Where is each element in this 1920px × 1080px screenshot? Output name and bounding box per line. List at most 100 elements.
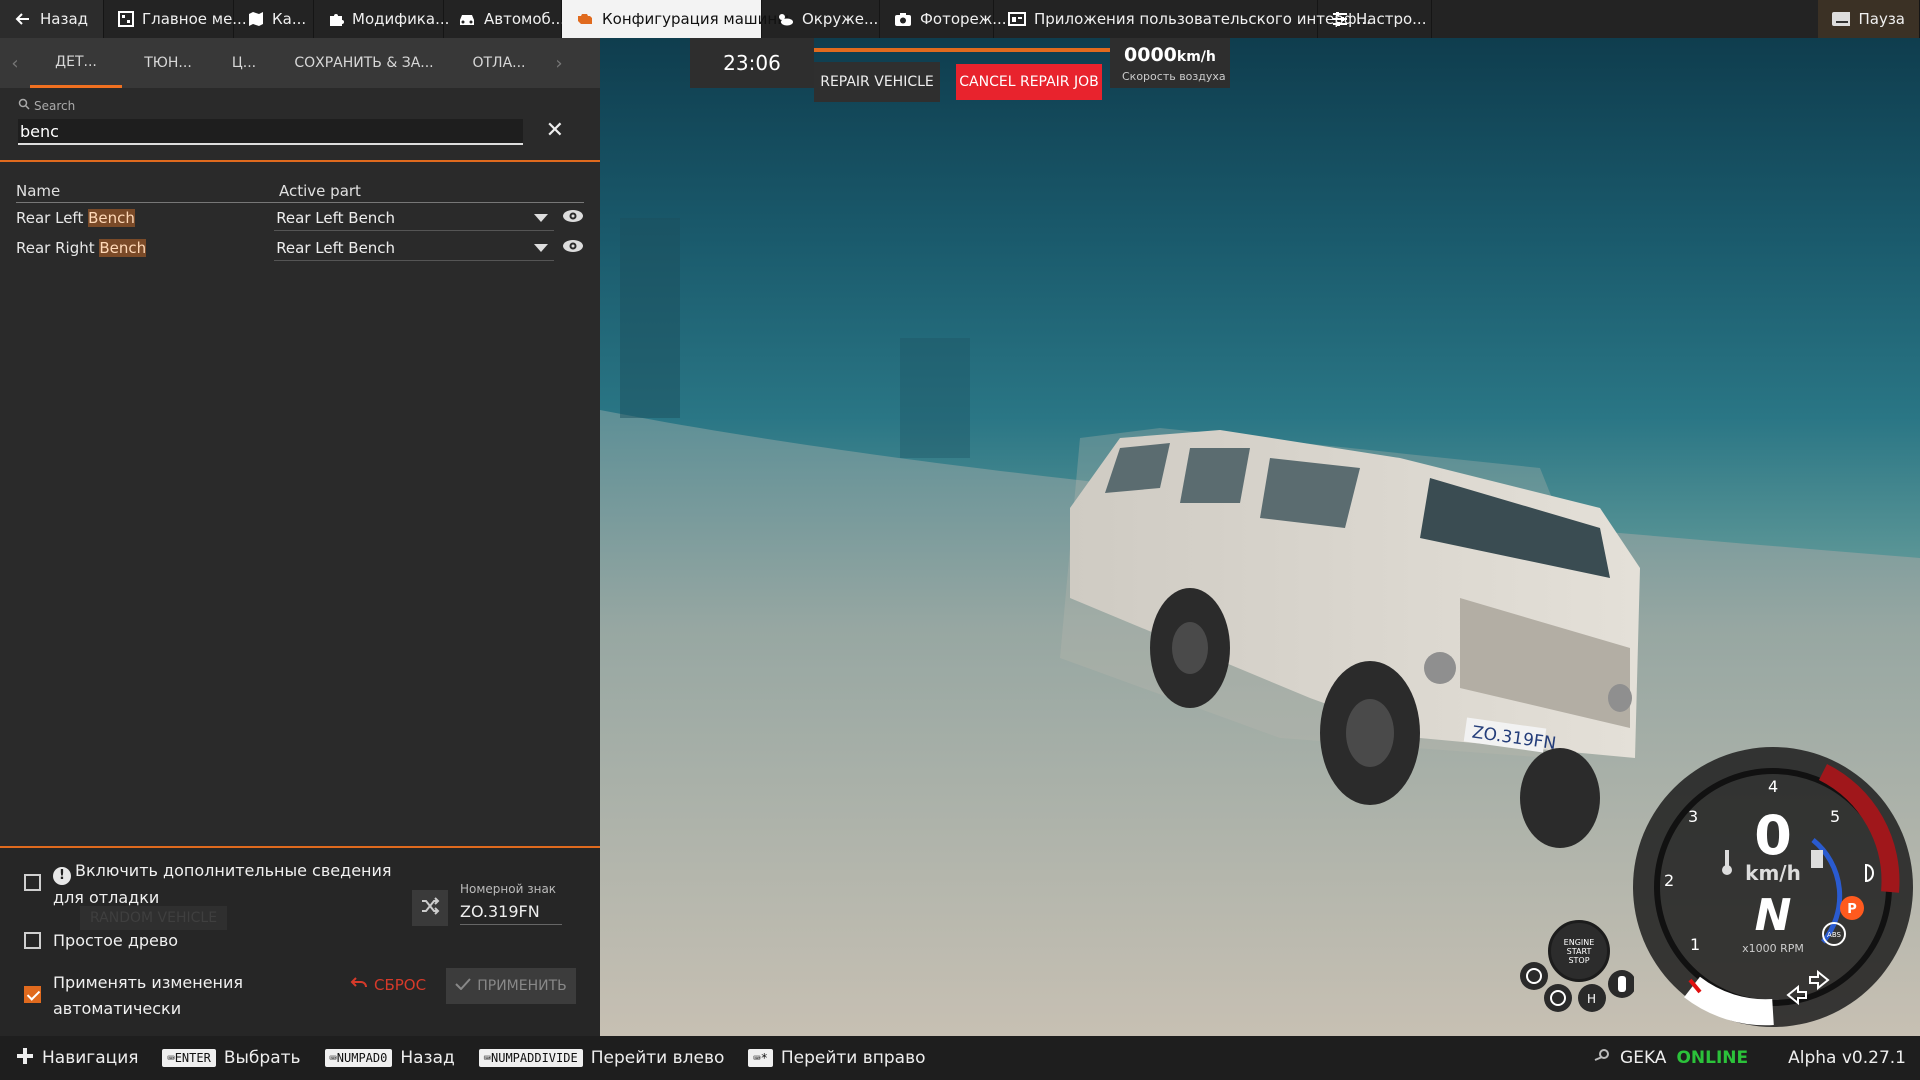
tab-mods[interactable]: Модифика... <box>314 0 449 38</box>
pause-button[interactable]: Пауза <box>1818 0 1920 38</box>
plate-label: Номерной знак <box>460 882 557 896</box>
key-badge: ⌨ENTER <box>162 1049 216 1067</box>
air-speed-number: 0000 <box>1124 44 1177 66</box>
warning-icon: ! <box>53 867 71 885</box>
table-row[interactable]: Rear Left Bench Rear Left Bench <box>16 203 584 233</box>
camera-icon <box>894 10 912 28</box>
active-part-value: Rear Left Bench <box>276 208 396 227</box>
tab-label: Главное ме... <box>142 10 247 28</box>
online-status: ONLINE <box>1676 1048 1749 1068</box>
subtab-save-load[interactable]: СОХРАНИТЬ & ЗА... <box>274 38 454 88</box>
debug-line2: для отладки <box>53 888 160 907</box>
simple-tree-option[interactable]: Простое древо <box>24 928 178 954</box>
chevron-right-icon[interactable]: › <box>544 53 574 74</box>
repair-progress-bar <box>814 48 1114 52</box>
user-status: GEKA ONLINE Alpha v0.27.1 <box>1594 1048 1920 1069</box>
subtab-parts[interactable]: ДЕТ... <box>30 38 122 88</box>
hint-select[interactable]: ⌨ENTER Выбрать <box>162 1048 301 1068</box>
reset-button[interactable]: СБРОС <box>350 976 426 994</box>
subtab-color[interactable]: Ц... <box>214 38 274 88</box>
chevron-left-icon[interactable]: ‹ <box>0 53 30 74</box>
subtab-label: ОТЛА... <box>472 55 526 71</box>
tab-ui-apps[interactable]: Приложения пользовательского интерф... <box>994 0 1371 38</box>
tab-environment[interactable]: Окруже... <box>762 0 880 38</box>
navigation-hint[interactable]: Навигация <box>16 1047 138 1070</box>
rpm-tick-3: 3 <box>1688 807 1698 826</box>
subtab-label: ДЕТ... <box>55 53 97 70</box>
part-name-highlight: Bench <box>99 239 147 257</box>
part-name: Rear Right Bench <box>16 239 274 257</box>
version-label: Alpha v0.27.1 <box>1788 1048 1906 1068</box>
hint-back[interactable]: ⌨NUMPAD0 Назад <box>324 1048 455 1068</box>
auto-apply-option[interactable]: Применять изменения автоматически <box>24 970 243 1022</box>
tab-photo-mode[interactable]: Фотореж... <box>880 0 1007 38</box>
keyboard-icon: ⌨ <box>753 1051 761 1065</box>
close-icon[interactable]: ✕ <box>546 118 564 143</box>
keyboard-icon: ⌨ <box>483 1051 491 1065</box>
simple-tree-checkbox[interactable] <box>24 932 41 949</box>
keyboard-icon: ⌨ <box>167 1051 175 1065</box>
keyboard-icon: ⌨ <box>329 1051 337 1065</box>
svg-text:P: P <box>1847 902 1857 917</box>
tab-map[interactable]: Ка... <box>234 0 314 38</box>
cancel-repair-button[interactable]: CANCEL REPAIR JOB <box>956 64 1102 100</box>
table-header: Name Active part <box>16 182 584 203</box>
air-speed-widget: 0000km/h Скорость воздуха <box>1110 38 1230 88</box>
tab-settings[interactable]: Настро... <box>1318 0 1432 38</box>
tab-label: Ка... <box>272 10 307 28</box>
active-part-select[interactable]: Rear Left Bench <box>274 235 554 261</box>
hint-label: Выбрать <box>223 1048 301 1068</box>
hint-left[interactable]: ⌨NUMPADDIVIDE Перейти влево <box>478 1048 724 1068</box>
tab-vehicle-config[interactable]: Конфигурация машины <box>562 0 789 38</box>
air-speed-value: 0000km/h <box>1124 44 1216 66</box>
auto-apply-checkbox[interactable] <box>24 986 41 1003</box>
hint-right[interactable]: ⌨* Перейти вправо <box>748 1048 926 1068</box>
rpm-label: x1000 RPM <box>1742 942 1804 955</box>
search-input[interactable] <box>18 119 523 145</box>
apply-button[interactable]: ПРИМЕНИТЬ <box>446 968 576 1004</box>
part-name-prefix: Rear Left <box>16 209 89 227</box>
simple-tree-label: Простое древо <box>53 931 179 950</box>
randomize-plate-button[interactable] <box>412 890 448 926</box>
debug-option-label: ! Включить дополнительные сведения для от… <box>53 858 392 911</box>
back-button[interactable]: Назад <box>0 0 104 38</box>
rpm-tick-1: 1 <box>1690 935 1700 954</box>
search-label: Search <box>18 98 582 113</box>
config-options: RANDOM VEHICLE ! Включить дополнительные … <box>0 846 600 1036</box>
undo-icon <box>350 976 368 994</box>
part-name-prefix: Rear Right <box>16 239 100 257</box>
key-name: * <box>760 1051 768 1065</box>
eye-icon[interactable] <box>562 209 584 227</box>
subtab-debug[interactable]: ОТЛА... <box>454 38 544 88</box>
subtab-label: Ц... <box>231 55 257 71</box>
header-active-part: Active part <box>279 182 361 200</box>
active-part-select[interactable]: Rear Left Bench <box>274 205 554 231</box>
debug-checkbox[interactable] <box>24 874 41 891</box>
eye-icon[interactable] <box>562 239 584 257</box>
key-badge: ⌨NUMPAD0 <box>324 1049 393 1067</box>
part-name: Rear Left Bench <box>16 209 274 227</box>
key-badge: ⌨* <box>748 1049 773 1067</box>
auto-apply-line1: Применять изменения <box>53 973 244 992</box>
chevron-down-icon <box>534 213 548 222</box>
parking-brake-icon: P <box>1840 896 1864 920</box>
check-icon <box>455 978 471 994</box>
username: GEKA <box>1620 1048 1667 1068</box>
subtab-tuning[interactable]: ТЮН... <box>122 38 214 88</box>
tab-main-menu[interactable]: Главное ме... <box>104 0 247 38</box>
table-row[interactable]: Rear Right Bench Rear Left Bench <box>16 233 584 263</box>
grid-icon <box>118 10 134 28</box>
tab-vehicles[interactable]: Автомоб... <box>444 0 565 38</box>
time-display: 23:06 <box>690 38 814 88</box>
repair-vehicle-button[interactable]: REPAIR VEHICLE <box>814 62 940 102</box>
search-box: Search ✕ <box>0 88 600 162</box>
wheel-lock-icon[interactable] <box>1544 984 1572 1012</box>
weather-icon <box>776 10 794 28</box>
debug-option[interactable]: ! Включить дополнительные сведения для от… <box>24 858 392 911</box>
plate-input[interactable]: ZO.319FN <box>460 902 562 925</box>
search-icon <box>18 98 30 113</box>
hazard-icon[interactable] <box>1520 962 1548 990</box>
low-range-icon[interactable]: H <box>1578 984 1606 1012</box>
part-name-highlight: Bench <box>88 209 135 227</box>
apply-label: ПРИМЕНИТЬ <box>477 978 567 994</box>
